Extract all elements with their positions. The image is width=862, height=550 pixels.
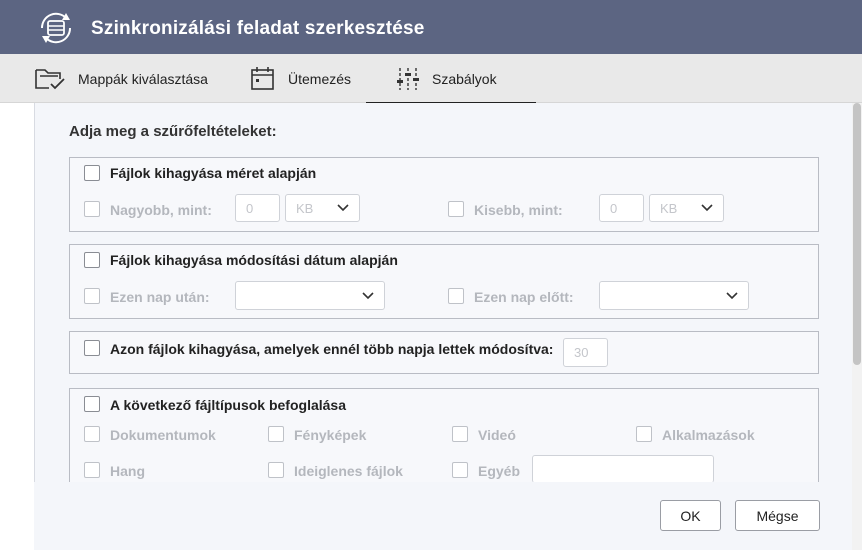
tab-schedule[interactable]: Ütemezés — [250, 54, 351, 103]
cancel-button[interactable]: Mégse — [735, 500, 820, 531]
smaller-than-input[interactable]: 0 — [599, 194, 644, 222]
tab-label: Szabályok — [432, 70, 497, 87]
larger-than-label: Nagyobb, mint: — [110, 202, 212, 218]
sliders-icon — [397, 67, 419, 90]
file-types-checkbox[interactable] — [84, 396, 100, 412]
other-label: Egyéb — [478, 463, 521, 479]
video-label: Videó — [478, 427, 516, 443]
size-filter-checkbox[interactable] — [84, 165, 100, 181]
smaller-than-unit-select[interactable]: KB — [649, 194, 724, 222]
dialog-footer — [34, 482, 852, 550]
size-filter-label: Fájlok kihagyása méret alapján — [110, 165, 317, 181]
window-title: Szinkronizálási feladat szerkesztése — [91, 18, 425, 39]
other-checkbox[interactable] — [452, 462, 468, 478]
tab-rules[interactable]: Szabályok — [366, 54, 536, 104]
date-filter-checkbox[interactable] — [84, 252, 100, 268]
tab-label: Ütemezés — [288, 70, 352, 87]
filters-heading: Adja meg a szűrőfeltételeket: — [69, 123, 277, 140]
video-checkbox[interactable] — [452, 426, 468, 442]
smaller-than-checkbox[interactable] — [448, 201, 464, 217]
larger-than-checkbox[interactable] — [84, 201, 100, 217]
larger-than-unit-select[interactable]: KB — [285, 194, 360, 222]
temp-files-checkbox[interactable] — [268, 462, 284, 478]
apps-checkbox[interactable] — [636, 426, 652, 442]
days-filter-label: Azon fájlok kihagyása, amelyek ennél töb… — [110, 341, 554, 357]
photos-label: Fényképek — [294, 427, 367, 443]
before-date-label: Ezen nap előtt: — [474, 289, 574, 305]
tab-folder-selection[interactable]: Mappák kiválasztása — [34, 54, 208, 103]
before-date-checkbox[interactable] — [448, 288, 464, 304]
after-date-checkbox[interactable] — [84, 288, 100, 304]
scrollbar-thumb[interactable] — [853, 103, 861, 365]
temp-files-label: Ideiglenes fájlok — [294, 463, 403, 479]
ok-button[interactable]: OK — [660, 500, 721, 531]
documents-label: Dokumentumok — [110, 427, 216, 443]
days-input[interactable]: 30 — [563, 338, 608, 367]
file-types-label: A következő fájltípusok befoglalása — [110, 397, 346, 413]
unit-value: KB — [296, 200, 314, 216]
after-date-select[interactable] — [235, 281, 385, 310]
chevron-down-icon — [726, 291, 738, 299]
other-extensions-input[interactable] — [532, 455, 714, 483]
folder-check-icon — [35, 68, 65, 89]
sync-drive-icon — [40, 12, 72, 44]
title-bar: Szinkronizálási feladat szerkesztése — [0, 0, 862, 54]
tab-bar: Mappák kiválasztása Ütemezés Szabályok — [0, 54, 862, 104]
unit-value: KB — [660, 200, 678, 216]
chevron-down-icon — [362, 291, 374, 299]
calendar-icon — [251, 66, 274, 90]
date-filter-label: Fájlok kihagyása módosítási dátum alapjá… — [110, 252, 398, 268]
smaller-than-label: Kisebb, mint: — [474, 202, 563, 218]
days-filter-checkbox[interactable] — [84, 340, 100, 356]
after-date-label: Ezen nap után: — [110, 289, 210, 305]
larger-than-input[interactable]: 0 — [235, 194, 280, 222]
documents-checkbox[interactable] — [84, 426, 100, 442]
chevron-down-icon — [701, 204, 713, 212]
apps-label: Alkalmazások — [662, 427, 755, 443]
photos-checkbox[interactable] — [268, 426, 284, 442]
tab-label: Mappák kiválasztása — [78, 70, 208, 87]
audio-checkbox[interactable] — [84, 462, 100, 478]
audio-label: Hang — [110, 463, 145, 479]
left-margin — [0, 103, 34, 550]
chevron-down-icon — [337, 204, 349, 212]
before-date-select[interactable] — [599, 281, 749, 310]
